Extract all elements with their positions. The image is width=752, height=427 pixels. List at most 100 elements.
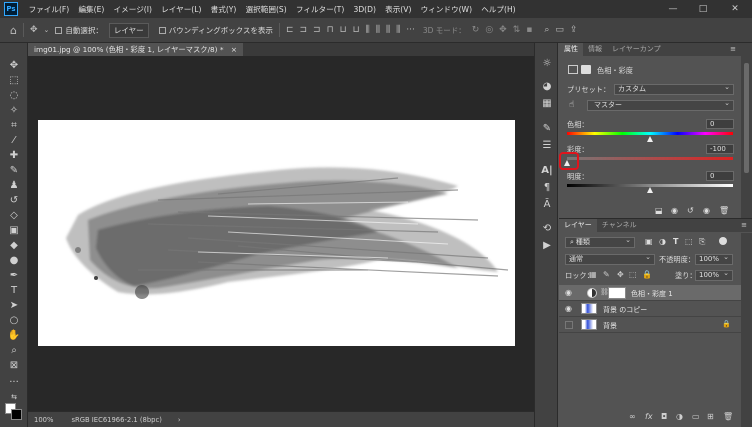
- gradient-tool-icon[interactable]: ▣: [7, 224, 21, 237]
- visibility-checkbox[interactable]: [565, 321, 573, 329]
- stamp-tool-icon[interactable]: ♟: [7, 179, 21, 192]
- lock-artboard-icon[interactable]: ⬚: [629, 270, 637, 279]
- saturation-slider[interactable]: [567, 157, 733, 160]
- tab-layer-comps[interactable]: レイヤーカンプ: [607, 43, 666, 56]
- menu-help[interactable]: ヘルプ(H): [477, 4, 521, 15]
- panel-menu-icon[interactable]: ≡: [736, 219, 752, 232]
- align-right-icon[interactable]: ⊐: [313, 25, 321, 35]
- lock-transparent-icon[interactable]: ▦: [589, 270, 597, 279]
- home-icon[interactable]: ⌂: [10, 24, 17, 37]
- crop-tool-icon[interactable]: ⌗: [7, 119, 21, 132]
- character-icon[interactable]: A|: [541, 165, 553, 177]
- auto-select-dropdown[interactable]: レイヤー: [108, 22, 149, 38]
- close-window-button[interactable]: ✕: [724, 0, 746, 18]
- distribute-icon[interactable]: ⫼: [396, 25, 400, 35]
- scrollbar-thumb[interactable]: [744, 63, 749, 173]
- layer-thumbnail[interactable]: [581, 319, 597, 330]
- eye-icon[interactable]: ◉: [565, 288, 575, 298]
- chevron-down-icon[interactable]: ⌄: [44, 26, 50, 34]
- document-tab[interactable]: img01.jpg @ 100% (色相・彩度 1, レイヤーマスク/8) * …: [28, 43, 243, 56]
- layers-scrollbar[interactable]: [741, 233, 752, 427]
- layer-thumbnail[interactable]: [581, 303, 597, 314]
- play-icon[interactable]: ▶: [541, 240, 553, 252]
- close-tab-icon[interactable]: ×: [231, 45, 237, 54]
- share-icon[interactable]: ⇪: [570, 25, 578, 35]
- bounding-box-checkbox[interactable]: バウンディングボックスを表示: [158, 25, 273, 36]
- saturation-value-field[interactable]: -100: [706, 144, 734, 154]
- new-group-icon[interactable]: ▭: [692, 412, 700, 421]
- align-middle-icon[interactable]: ⊔: [340, 25, 347, 35]
- menu-view[interactable]: 表示(V): [381, 4, 417, 15]
- blend-mode-dropdown[interactable]: 通常: [565, 253, 655, 265]
- minimize-button[interactable]: —: [662, 0, 684, 18]
- image-canvas[interactable]: [38, 120, 515, 346]
- search-icon[interactable]: ⌕: [544, 25, 549, 35]
- sun-icon[interactable]: ☼: [541, 58, 553, 70]
- target-adjust-icon[interactable]: ☝: [569, 100, 574, 110]
- reset-icon[interactable]: ↺: [687, 206, 694, 215]
- history-brush-icon[interactable]: ↺: [7, 194, 21, 207]
- maximize-button[interactable]: □: [692, 0, 714, 18]
- brush-settings-icon[interactable]: ✎: [541, 123, 553, 135]
- menu-filter[interactable]: フィルター(T): [291, 4, 349, 15]
- align-bottom-icon[interactable]: ⊔: [353, 25, 360, 35]
- checkbox-box[interactable]: [158, 26, 166, 34]
- menu-3d[interactable]: 3D(D): [349, 5, 381, 14]
- type-tool-icon[interactable]: T: [7, 284, 21, 297]
- menu-edit[interactable]: 編集(E): [74, 4, 109, 15]
- checkbox-box[interactable]: [55, 26, 63, 34]
- align-center-icon[interactable]: ⊐: [299, 25, 307, 35]
- filter-pixel-icon[interactable]: ▣: [645, 237, 653, 246]
- menu-window[interactable]: ウィンドウ(W): [416, 4, 477, 15]
- eye-icon[interactable]: ◉: [565, 304, 575, 314]
- zoom-level[interactable]: 100%: [34, 416, 53, 424]
- pen-tool-icon[interactable]: ✒: [7, 269, 21, 282]
- auto-select-checkbox[interactable]: 自動選択：: [55, 25, 103, 36]
- fill-field[interactable]: 100%: [695, 269, 733, 281]
- path-select-icon[interactable]: ➤: [7, 299, 21, 312]
- color-icon[interactable]: ◕: [541, 81, 553, 93]
- tab-channels[interactable]: チャンネル: [597, 219, 642, 232]
- preset-dropdown[interactable]: カスタム: [614, 83, 734, 95]
- visibility-icon[interactable]: ◉: [703, 206, 710, 215]
- history-icon[interactable]: ⟲: [541, 223, 553, 235]
- background-color-swatch[interactable]: [11, 409, 22, 420]
- mask-icon[interactable]: [581, 65, 591, 74]
- marquee-tool-icon[interactable]: ⬚: [7, 74, 21, 87]
- lock-position-icon[interactable]: ✥: [617, 270, 624, 279]
- blur-tool-icon[interactable]: ◆: [7, 239, 21, 252]
- channel-dropdown[interactable]: マスター: [587, 99, 734, 111]
- layer-row[interactable]: 背景 🔒: [559, 317, 741, 333]
- layer-mask-thumbnail[interactable]: [608, 287, 626, 299]
- layer-row[interactable]: ◉ 背景 のコピー: [559, 301, 741, 317]
- align-top-icon[interactable]: ⊓: [327, 25, 334, 35]
- add-mask-icon[interactable]: ◘: [661, 412, 667, 421]
- eraser-tool-icon[interactable]: ◇: [7, 209, 21, 222]
- filter-adjust-icon[interactable]: ◑: [659, 237, 666, 246]
- tab-properties[interactable]: 属性: [559, 43, 583, 56]
- paragraph-icon[interactable]: ¶: [541, 182, 553, 194]
- view-previous-icon[interactable]: ◉: [671, 206, 678, 215]
- new-layer-icon[interactable]: ⊞: [707, 412, 714, 421]
- trash-icon[interactable]: 🗑: [723, 412, 733, 421]
- swatches-icon[interactable]: ▦: [541, 98, 553, 110]
- adjustments-icon[interactable]: ☰: [541, 140, 553, 152]
- glyphs-icon[interactable]: Ā: [541, 199, 553, 211]
- new-adjustment-icon[interactable]: ◑: [676, 412, 683, 421]
- lock-all-icon[interactable]: 🔒: [642, 270, 652, 279]
- status-menu-arrow[interactable]: ›: [178, 416, 181, 424]
- filter-shape-icon[interactable]: ⬚: [685, 237, 693, 246]
- eyedropper-icon[interactable]: ⁄: [7, 134, 21, 147]
- more-icon[interactable]: ···: [406, 25, 415, 35]
- menu-image[interactable]: イメージ(I): [109, 4, 157, 15]
- clip-to-layer-icon[interactable]: ⬓: [655, 206, 663, 215]
- frame-tool-icon[interactable]: ⊠: [7, 359, 21, 372]
- lightness-value-field[interactable]: 0: [706, 171, 734, 181]
- more-tools-icon[interactable]: ···: [7, 376, 21, 389]
- dodge-tool-icon[interactable]: ●: [7, 254, 21, 267]
- fx-icon[interactable]: fx: [645, 412, 653, 421]
- link-layers-icon[interactable]: ∞: [629, 412, 636, 421]
- hue-value-field[interactable]: 0: [706, 119, 734, 129]
- hue-slider[interactable]: [567, 132, 733, 135]
- panel-menu-icon[interactable]: ≡: [725, 43, 741, 56]
